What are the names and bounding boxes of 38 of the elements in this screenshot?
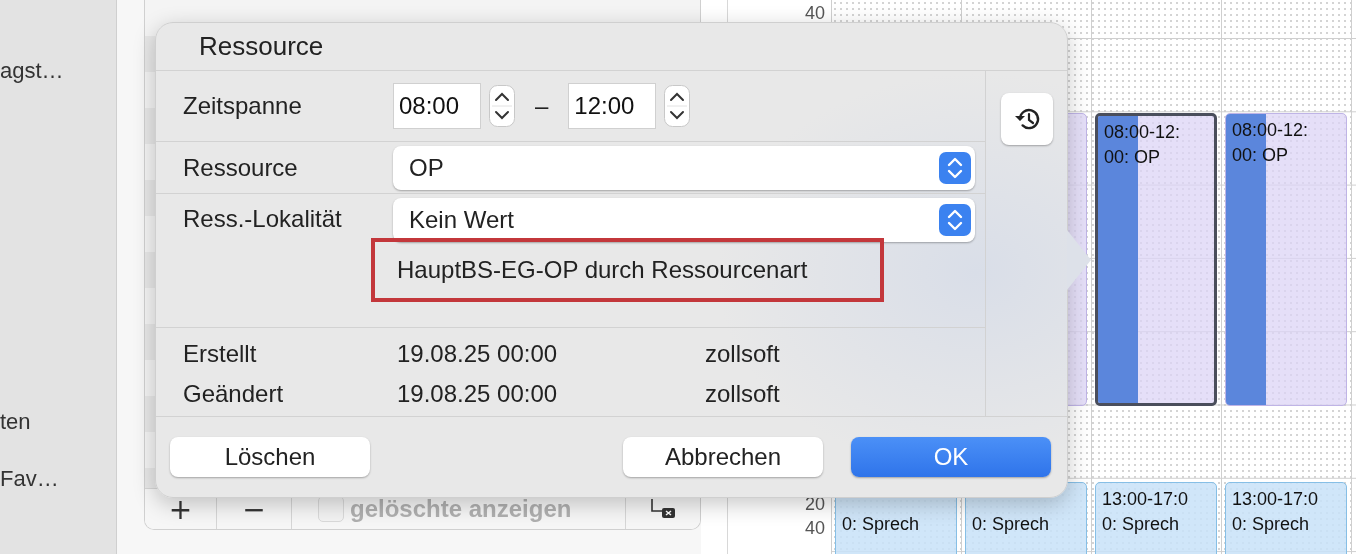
dialog-button[interactable]: OK xyxy=(851,437,1051,477)
calendar-event[interactable]: 13:00-17:0 0: Sprech xyxy=(1095,482,1217,554)
popup-button[interactable]: OP xyxy=(393,145,975,190)
meta-date: 19.08.25 00:00 xyxy=(397,340,559,368)
field-label: Ressource xyxy=(182,153,299,182)
sidebar-item[interactable]: ten xyxy=(0,409,31,435)
highlighted-note: HauptBS-EG-OP durch Ressourcenart xyxy=(371,238,884,302)
meta-label: Erstellt xyxy=(183,340,258,368)
meta-label: Geändert xyxy=(183,380,285,408)
meta-user: zollsoft xyxy=(705,380,781,408)
time-field[interactable]: 08:00 xyxy=(393,83,481,129)
dialog-button[interactable]: Löschen xyxy=(170,437,370,477)
field-label: Zeitspanne xyxy=(182,92,303,120)
event-text: 13:00-17:0 xyxy=(1102,488,1190,511)
chevrons-icon xyxy=(939,151,971,184)
event-text: 0: Sprech xyxy=(972,513,1051,536)
meta-date: 19.08.25 00:00 xyxy=(397,380,559,408)
field-label: Ress.-Lokalität xyxy=(182,204,343,233)
sidebar-item[interactable]: Fav… xyxy=(0,466,59,492)
calendar-event[interactable]: 13:00-17:0 0: Sprech xyxy=(1225,482,1347,554)
time-label: 40 xyxy=(804,3,825,24)
event-text: 0: Sprech xyxy=(1102,513,1181,536)
event-text: 0: Sprech xyxy=(842,513,921,536)
dialog-title: Ressource xyxy=(199,31,324,62)
time-label: 40 xyxy=(804,518,825,539)
stepper[interactable] xyxy=(489,85,515,127)
history-button[interactable] xyxy=(1000,93,1053,145)
sidebar-item[interactable]: agst… xyxy=(0,58,64,84)
range-dash: – xyxy=(534,92,550,120)
dialog-button[interactable]: Abbrechen xyxy=(623,437,823,477)
time-field[interactable]: 12:00 xyxy=(568,83,657,129)
popup-button[interactable]: Kein Wert xyxy=(393,198,975,242)
event-text: 13:00-17:0 xyxy=(1232,488,1320,511)
meta-user: zollsoft xyxy=(705,340,781,368)
chevrons-icon xyxy=(939,204,971,236)
checkbox-label: gelöschte anzeigen xyxy=(350,495,572,523)
stepper[interactable] xyxy=(664,85,691,127)
event-text: 0: Sprech xyxy=(1232,513,1311,536)
